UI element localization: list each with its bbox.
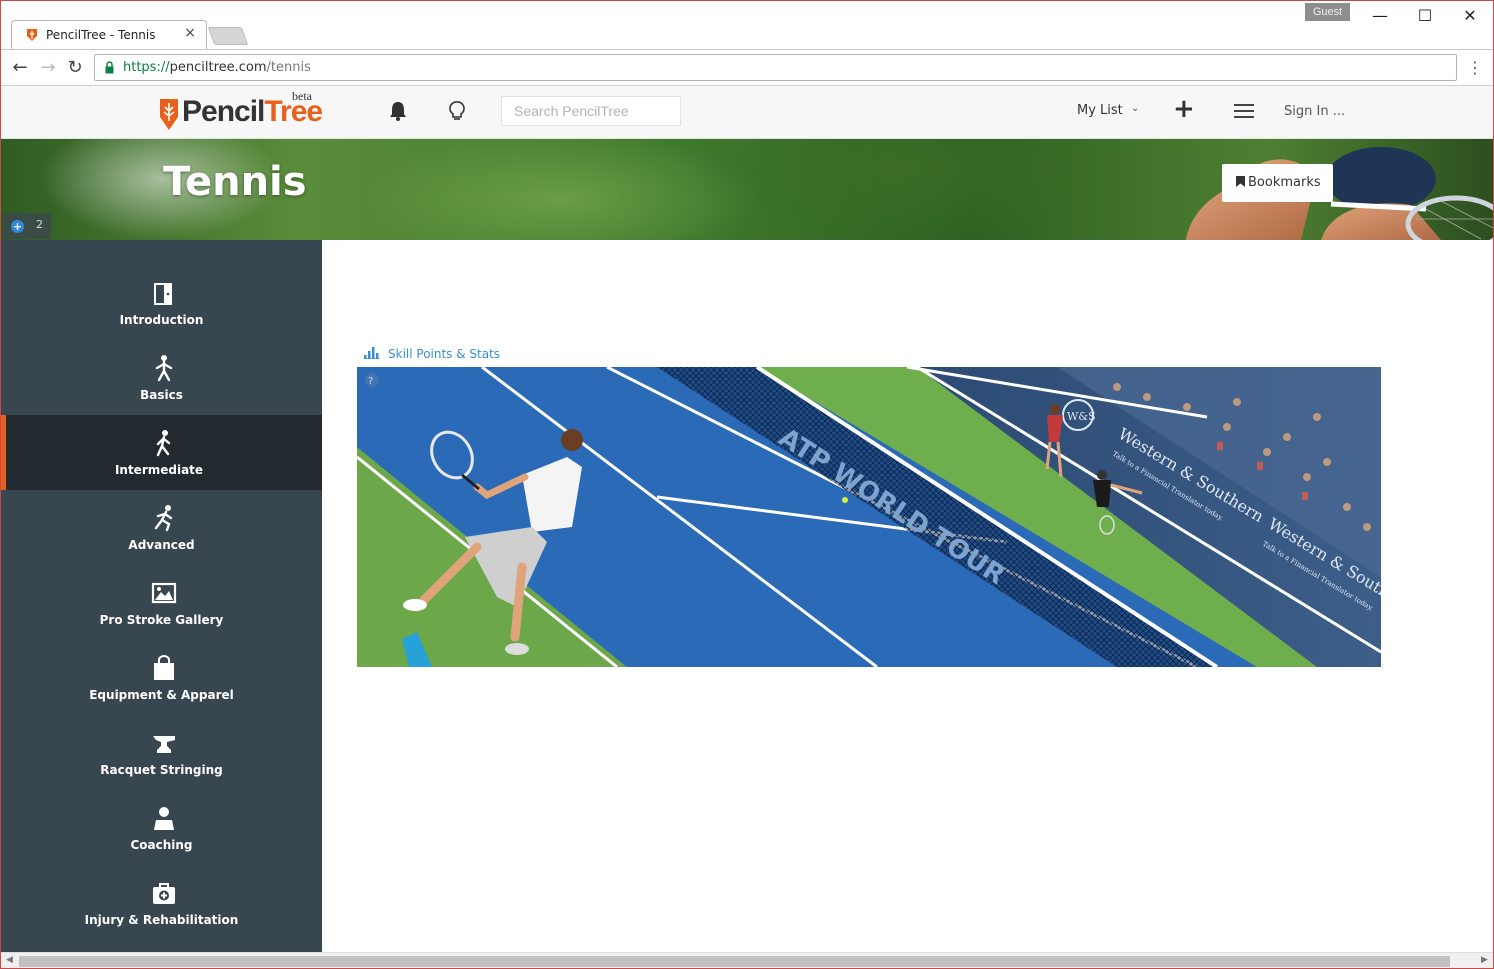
scroll-right-icon[interactable]: ▶	[1481, 955, 1488, 965]
bell-icon[interactable]	[387, 100, 409, 122]
sidebar-item-label: Basics	[140, 388, 183, 402]
sidebar-item-label: Introduction	[119, 313, 204, 327]
browser-tab[interactable]: PencilTree - Tennis ×	[11, 20, 207, 49]
site-header: PencilTree beta Search PencilTree My Lis…	[1, 86, 1493, 139]
penciltree-logo[interactable]: PencilTree beta	[158, 89, 328, 135]
tennis-court-image: ATP WORLD TOUR Western & Southern Talk t…	[357, 367, 1381, 667]
scrollbar-thumb[interactable]	[19, 956, 1450, 967]
sidebar-item-injury-rehabilitation[interactable]: Injury & Rehabilitation	[1, 865, 322, 940]
back-arrow-icon[interactable]: ←	[9, 57, 31, 79]
address-bar[interactable]: https://penciltree.com/tennis	[94, 54, 1457, 81]
sponsor-logo-text: W&S	[1067, 410, 1096, 423]
logo-tree-icon	[160, 99, 178, 130]
penciltree-favicon-icon	[27, 29, 37, 41]
browser-menu-icon[interactable]: ⋮	[1467, 58, 1483, 77]
url-text: https://penciltree.com/tennis	[123, 60, 311, 75]
sidebar-item-introduction[interactable]: Introduction	[1, 265, 322, 340]
coach-icon	[154, 807, 174, 830]
sidebar-item-label: Intermediate	[114, 463, 204, 477]
sidebar-item-label: Injury & Rehabilitation	[84, 913, 239, 927]
title-bar: PencilTree - Tennis × Guest — ☐ ✕	[1, 1, 1493, 49]
anvil-icon	[153, 736, 175, 753]
add-icon[interactable]: +	[1173, 96, 1195, 122]
topic-sidebar: Introduction Basics Intermediate Advance…	[1, 240, 322, 952]
skill-link-label: Skill Points & Stats	[388, 347, 501, 361]
reload-icon[interactable]: ↻	[64, 57, 86, 79]
sidebar-item-basics[interactable]: Basics	[1, 340, 322, 415]
sidebar-item-racquet-stringing[interactable]: Racquet Stringing	[1, 715, 322, 790]
skill-points-stats-link[interactable]: Skill Points & Stats	[364, 347, 500, 361]
url-host: penciltree.com	[169, 60, 267, 75]
page-title: Tennis	[163, 159, 307, 205]
sidebar-item-label: Pro Stroke Gallery	[99, 613, 224, 627]
tennis-ball	[842, 497, 848, 503]
sidebar-item-label: Coaching	[130, 838, 193, 852]
search-input[interactable]: Search PencilTree	[501, 96, 681, 126]
bookmarks-button[interactable]: Bookmarks	[1222, 164, 1333, 202]
running-figure-icon	[156, 430, 171, 457]
shopping-bag-icon	[154, 655, 174, 680]
beta-label: beta	[292, 89, 312, 103]
topic-banner: Tennis + 2 Bookmarks	[1, 139, 1493, 240]
bar-chart-icon	[364, 347, 380, 359]
bookmarks-label: Bookmarks	[1248, 175, 1321, 190]
walking-figure-icon	[155, 355, 173, 382]
chevron-down-icon[interactable]: ⌄	[1131, 103, 1139, 114]
guest-badge[interactable]: Guest	[1305, 3, 1350, 21]
sidebar-item-equipment-apparel[interactable]: Equipment & Apparel	[1, 640, 322, 715]
browser-toolbar: ← → ↻ https://penciltree.com/tennis ⋮	[1, 49, 1493, 86]
gallery-icon	[151, 582, 177, 604]
sidebar-item-label: Advanced	[128, 538, 195, 552]
url-path: /tennis	[266, 60, 311, 75]
new-tab-button[interactable]	[207, 27, 249, 45]
url-protocol: https://	[123, 60, 170, 75]
sidebar-item-label: Racquet Stringing	[100, 763, 223, 777]
sprinting-figure-icon	[154, 505, 173, 532]
tab-title: PencilTree - Tennis	[46, 28, 156, 42]
horizontal-scrollbar[interactable]: ◀ ▶	[1, 952, 1493, 968]
close-window-button[interactable]: ✕	[1455, 5, 1485, 27]
sidebar-item-label: Equipment & Apparel	[89, 688, 234, 702]
minimize-button[interactable]: —	[1365, 5, 1395, 27]
sidebar-item-intermediate[interactable]: Intermediate	[1, 415, 322, 490]
my-list-dropdown[interactable]: My List	[1077, 103, 1123, 118]
main-content: Skill Points & Stats ATP WORLD TOUR West…	[322, 240, 1493, 952]
plus-circle-icon[interactable]: +	[11, 220, 24, 233]
svg-text:?: ?	[368, 376, 373, 387]
sidebar-item-coaching[interactable]: Coaching	[1, 790, 322, 865]
follow-badge[interactable]: + 2	[3, 213, 51, 239]
lightbulb-icon[interactable]	[446, 100, 468, 122]
lock-icon	[105, 61, 114, 74]
hamburger-menu-icon[interactable]	[1234, 104, 1254, 120]
tab-close-icon[interactable]: ×	[184, 25, 196, 41]
medical-kit-icon	[153, 883, 175, 904]
door-icon	[154, 283, 172, 305]
sidebar-item-pro-stroke-gallery[interactable]: Pro Stroke Gallery	[1, 565, 322, 640]
maximize-button[interactable]: ☐	[1410, 5, 1440, 27]
scroll-left-icon[interactable]: ◀	[6, 955, 13, 965]
follower-count: 2	[36, 218, 43, 231]
bookmark-icon	[1236, 176, 1245, 187]
sign-in-link[interactable]: Sign In ...	[1284, 104, 1345, 119]
sidebar-item-advanced[interactable]: Advanced	[1, 490, 322, 565]
forward-arrow-icon[interactable]: →	[37, 57, 59, 79]
browser-window: PencilTree - Tennis × Guest — ☐ ✕ ← → ↻ …	[0, 0, 1494, 969]
